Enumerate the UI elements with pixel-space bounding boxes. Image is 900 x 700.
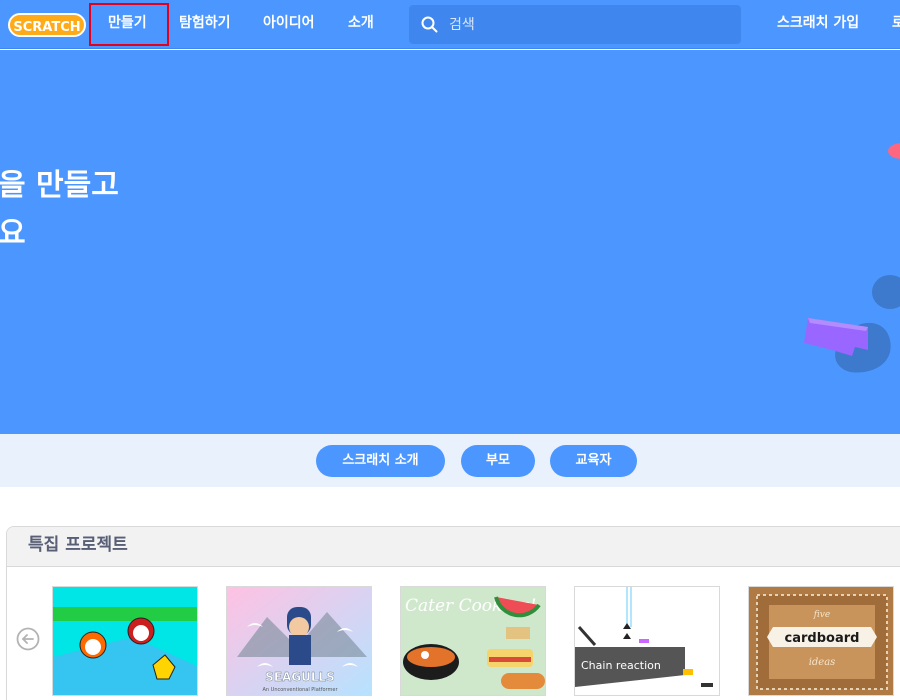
search-icon bbox=[421, 16, 438, 33]
project-thumbnail-4[interactable]: Chain reaction bbox=[574, 586, 720, 696]
project-thumbnail-1-image bbox=[53, 587, 197, 695]
sign-in-link[interactable]: 로 bbox=[892, 0, 900, 49]
logo-text: SCRATCH bbox=[13, 20, 80, 35]
hero-decoration-shapes bbox=[804, 143, 900, 373]
search-bar[interactable] bbox=[409, 5, 741, 44]
seagulls-subtitle: An Unconventional Platformer bbox=[262, 687, 338, 693]
nav-explore[interactable]: 탐험하기 bbox=[179, 0, 231, 49]
parents-button[interactable]: 부모 bbox=[461, 445, 535, 477]
featured-projects-box: 특집 프로젝트 SEAGULLS An Unconventional Platf… bbox=[6, 526, 900, 700]
cardboard-top-text: five bbox=[813, 610, 830, 620]
featured-projects-title: 특집 프로젝트 bbox=[28, 535, 128, 555]
nav-about[interactable]: 소개 bbox=[348, 0, 374, 49]
carousel-prev-arrow-icon[interactable] bbox=[16, 627, 40, 651]
top-navigation-bar: SCRATCH 만들기 탐험하기 아이디어 소개 스크래치 가입 로 bbox=[0, 0, 900, 49]
join-scratch-link[interactable]: 스크래치 가입 bbox=[777, 0, 859, 49]
about-scratch-button[interactable]: 스크래치 소개 bbox=[316, 445, 445, 477]
search-input[interactable] bbox=[449, 5, 729, 44]
featured-projects-header: 특집 프로젝트 bbox=[7, 527, 900, 567]
project-thumbnail-5-image: five cardboard ideas bbox=[749, 587, 893, 695]
project-thumbnail-2[interactable]: SEAGULLS An Unconventional Platformer bbox=[226, 586, 372, 696]
educators-button[interactable]: 교육자 bbox=[550, 445, 637, 477]
cardboard-title: cardboard bbox=[785, 631, 860, 646]
nav-ideas[interactable]: 아이디어 bbox=[263, 0, 315, 49]
intro-links-bar: 스크래치 소개 부모 교육자 bbox=[0, 434, 900, 487]
project-thumbnail-3-image: Cater Cooking! bbox=[401, 587, 545, 695]
project-thumbnail-4-image bbox=[575, 587, 719, 695]
project-thumbnail-3[interactable]: Cater Cooking! bbox=[400, 586, 546, 696]
scratch-logo[interactable]: SCRATCH bbox=[8, 11, 86, 39]
nav-create-highlight bbox=[89, 3, 169, 46]
project-thumbnail-1[interactable] bbox=[52, 586, 198, 696]
hero-banner: 을 만들고 요 bbox=[0, 50, 900, 434]
seagulls-title: SEAGULLS bbox=[265, 670, 335, 684]
project-thumbnail-2-image: SEAGULLS An Unconventional Platformer bbox=[227, 587, 371, 695]
project-thumbnail-5[interactable]: five cardboard ideas bbox=[748, 586, 894, 696]
cardboard-bottom-text: ideas bbox=[809, 657, 836, 668]
chain-reaction-label: Chain reaction bbox=[581, 659, 661, 672]
